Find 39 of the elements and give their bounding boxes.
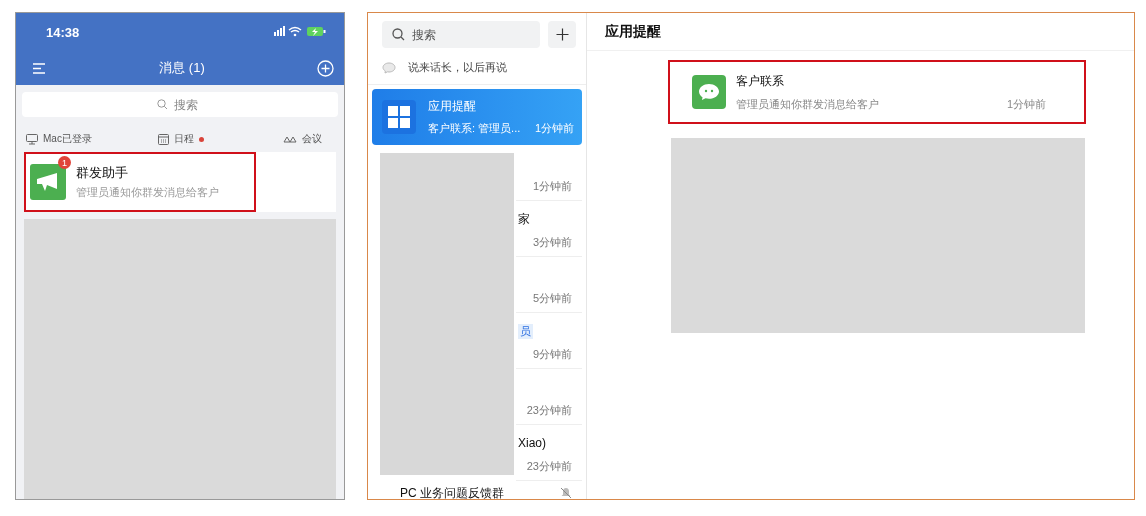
search-field[interactable]: 搜索	[22, 92, 338, 117]
grid-icon	[382, 100, 416, 134]
shortcut-item[interactable]: Mac已登录	[26, 132, 92, 146]
conversation-item[interactable]: 应用提醒 客户联系: 管理员... 1分钟前	[372, 89, 582, 145]
plus-icon	[555, 28, 569, 41]
conversation-item[interactable]: 1分钟前	[516, 145, 582, 201]
signal-wifi-battery-icon	[274, 26, 326, 38]
shortcut-item[interactable]: 会议	[283, 132, 336, 146]
conversation-item[interactable]: PC 业务问题反馈群	[372, 481, 582, 499]
megaphone-icon	[30, 164, 66, 200]
chat-item[interactable]: 1 群发助手 管理员通知你群发消息给客户	[24, 152, 256, 212]
unread-badge: 1	[58, 156, 71, 169]
conversation-item[interactable]: Xiao) 23分钟前	[516, 425, 582, 481]
conversation-item[interactable]: 员 9分钟前	[516, 313, 582, 369]
card-title: 客户联系	[736, 72, 785, 90]
search-icon	[157, 99, 168, 110]
monitor-icon	[26, 133, 38, 145]
conversation-item[interactable]: 5分钟前	[516, 257, 582, 313]
speech-bubble-icon	[382, 61, 396, 74]
status-time: 14:38	[46, 24, 80, 40]
chat-name: 群发助手	[76, 164, 129, 182]
menu-icon[interactable]	[33, 62, 47, 74]
chat-bubble-icon	[692, 75, 726, 109]
add-icon[interactable]	[317, 59, 334, 77]
status-message: 说来话长，以后再说	[408, 60, 507, 75]
add-button[interactable]	[548, 21, 576, 48]
screen-title: 消息 (1)	[159, 59, 205, 77]
panel-title: 应用提醒	[605, 22, 661, 41]
chat-preview: 管理员通知你群发消息给客户	[76, 185, 219, 200]
search-icon	[392, 28, 405, 41]
calendar-icon	[158, 133, 169, 145]
search-field[interactable]: 搜索	[382, 21, 540, 48]
conversation-item[interactable]: 23分钟前	[516, 369, 582, 425]
meeting-icon	[283, 134, 297, 144]
card-message: 管理员通知你群发消息给客户	[736, 96, 879, 112]
card-time: 1分钟前	[1006, 96, 1046, 112]
notification-card[interactable]: 客户联系 管理员通知你群发消息给客户 1分钟前	[668, 60, 1086, 124]
conversation-item[interactable]: 家 3分钟前	[516, 201, 582, 257]
shortcut-item[interactable]: 日程	[158, 132, 204, 146]
